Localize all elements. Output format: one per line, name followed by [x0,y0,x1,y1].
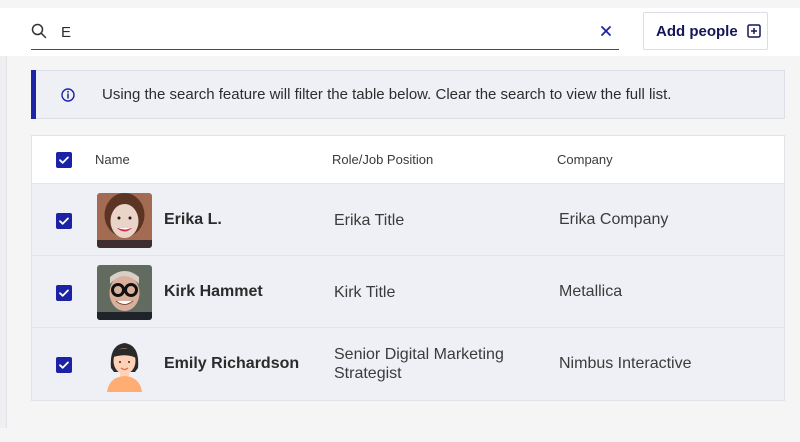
role-text: Erika Title [334,212,405,229]
search-input[interactable] [61,23,581,41]
info-icon [61,88,75,102]
column-role[interactable]: Role/Job Position [332,152,433,167]
table-header: Name Role/Job Position Company [32,136,784,184]
people-table: Name Role/Job Position Company Erika L. [31,135,785,401]
avatar [97,193,152,248]
person-name: Emily Richardson [164,355,300,372]
plus-square-icon [746,24,761,38]
person-name: Erika L. [164,211,222,228]
role-text: Senior Digital Marketing Strategist [334,346,504,382]
row-checkbox[interactable] [56,357,72,373]
company-text: Erika Company [559,211,669,228]
banner-accent-bar [31,70,36,119]
row-checkbox[interactable] [56,213,72,229]
table-row[interactable]: Kirk Hammet Kirk Title Metallica [32,256,784,328]
people-search-page: Add people Using the search feature will… [0,0,800,442]
close-icon[interactable] [599,24,613,38]
info-banner: Using the search feature will filter the… [31,70,785,119]
search-bar [31,14,619,50]
table-row[interactable]: Emily Richardson Senior Digital Marketin… [32,328,784,400]
check-icon [59,217,69,225]
select-all-checkbox[interactable] [56,152,72,168]
column-name[interactable]: Name [95,152,130,167]
person-name: Kirk Hammet [164,283,263,300]
company-text: Metallica [559,283,623,300]
row-checkbox[interactable] [56,285,72,301]
add-people-button[interactable]: Add people [643,12,768,50]
check-icon [59,156,69,164]
company-text: Nimbus Interactive [559,355,692,372]
left-rail [0,8,7,428]
search-icon [31,23,47,39]
add-people-label: Add people [656,22,738,40]
column-company[interactable]: Company [557,152,613,167]
check-icon [59,289,69,297]
role-text: Kirk Title [334,284,396,301]
avatar [97,265,152,320]
check-icon [59,361,69,369]
banner-message: Using the search feature will filter the… [102,86,672,103]
table-row[interactable]: Erika L. Erika Title Erika Company [32,184,784,256]
illustrated-avatar-icon [97,337,152,392]
